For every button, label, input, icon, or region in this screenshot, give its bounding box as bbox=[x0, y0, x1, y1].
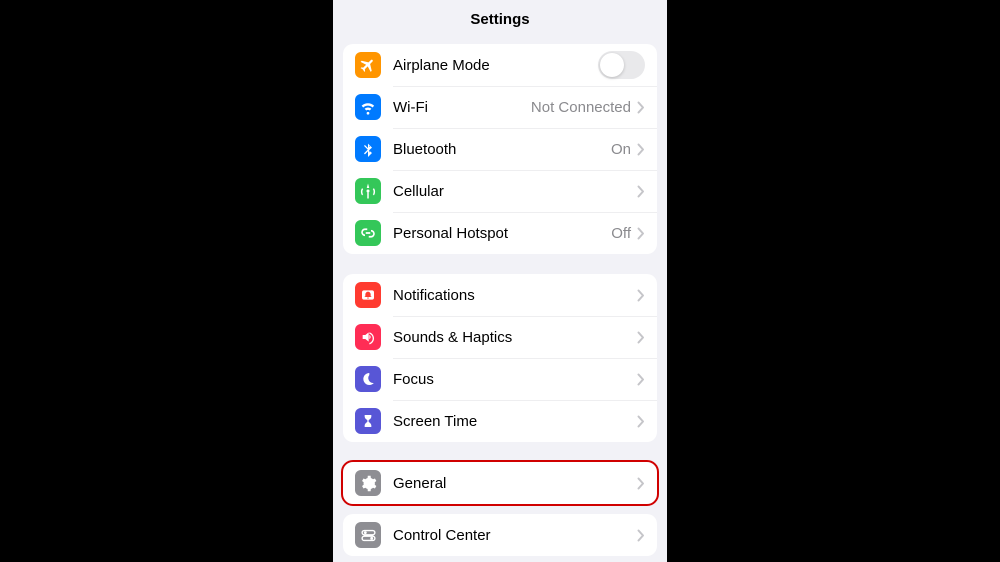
gear-icon bbox=[355, 470, 381, 496]
chevron-right-icon bbox=[637, 477, 645, 490]
group-general: General bbox=[343, 462, 657, 504]
row-label: Control Center bbox=[393, 527, 637, 544]
hotspot-icon bbox=[355, 220, 381, 246]
nav-bar: Settings bbox=[333, 0, 667, 34]
row-personal-hotspot[interactable]: Personal Hotspot Off bbox=[343, 212, 657, 254]
moon-icon bbox=[355, 366, 381, 392]
row-general[interactable]: General bbox=[343, 462, 657, 504]
settings-screen: Settings Airplane Mode Wi-Fi Not Connect… bbox=[333, 0, 667, 562]
switches-icon bbox=[355, 522, 381, 548]
row-value: On bbox=[611, 141, 631, 158]
row-label: Focus bbox=[393, 371, 637, 388]
airplane-icon bbox=[355, 52, 381, 78]
row-label: Cellular bbox=[393, 183, 637, 200]
chevron-right-icon bbox=[637, 185, 645, 198]
row-control-center[interactable]: Control Center bbox=[343, 514, 657, 556]
row-label: Personal Hotspot bbox=[393, 225, 611, 242]
chevron-right-icon bbox=[637, 289, 645, 302]
bluetooth-icon bbox=[355, 136, 381, 162]
antenna-icon bbox=[355, 178, 381, 204]
page-title: Settings bbox=[470, 11, 529, 28]
chevron-right-icon bbox=[637, 415, 645, 428]
row-label: Wi-Fi bbox=[393, 99, 531, 116]
row-label: Sounds & Haptics bbox=[393, 329, 637, 346]
row-focus[interactable]: Focus bbox=[343, 358, 657, 400]
airplane-mode-toggle[interactable] bbox=[598, 51, 645, 79]
row-airplane-mode[interactable]: Airplane Mode bbox=[343, 44, 657, 86]
row-label: Notifications bbox=[393, 287, 637, 304]
hourglass-icon bbox=[355, 408, 381, 434]
row-value: Not Connected bbox=[531, 99, 631, 116]
group-connectivity: Airplane Mode Wi-Fi Not Connected Blueto… bbox=[343, 44, 657, 254]
wifi-icon bbox=[355, 94, 381, 120]
group-preferences: Notifications Sounds & Haptics Focus bbox=[343, 274, 657, 442]
row-label: Bluetooth bbox=[393, 141, 611, 158]
row-wifi[interactable]: Wi-Fi Not Connected bbox=[343, 86, 657, 128]
chevron-right-icon bbox=[637, 227, 645, 240]
chevron-right-icon bbox=[637, 373, 645, 386]
row-value: Off bbox=[611, 225, 631, 242]
row-screen-time[interactable]: Screen Time bbox=[343, 400, 657, 442]
chevron-right-icon bbox=[637, 529, 645, 542]
group-control-center: Control Center bbox=[343, 514, 657, 556]
speaker-icon bbox=[355, 324, 381, 350]
chevron-right-icon bbox=[637, 101, 645, 114]
row-sounds-haptics[interactable]: Sounds & Haptics bbox=[343, 316, 657, 358]
row-cellular[interactable]: Cellular bbox=[343, 170, 657, 212]
row-notifications[interactable]: Notifications bbox=[343, 274, 657, 316]
row-label: General bbox=[393, 475, 637, 492]
chevron-right-icon bbox=[637, 143, 645, 156]
row-bluetooth[interactable]: Bluetooth On bbox=[343, 128, 657, 170]
row-label: Airplane Mode bbox=[393, 57, 598, 74]
row-label: Screen Time bbox=[393, 413, 637, 430]
chevron-right-icon bbox=[637, 331, 645, 344]
toggle-knob bbox=[600, 53, 624, 77]
bell-icon bbox=[355, 282, 381, 308]
